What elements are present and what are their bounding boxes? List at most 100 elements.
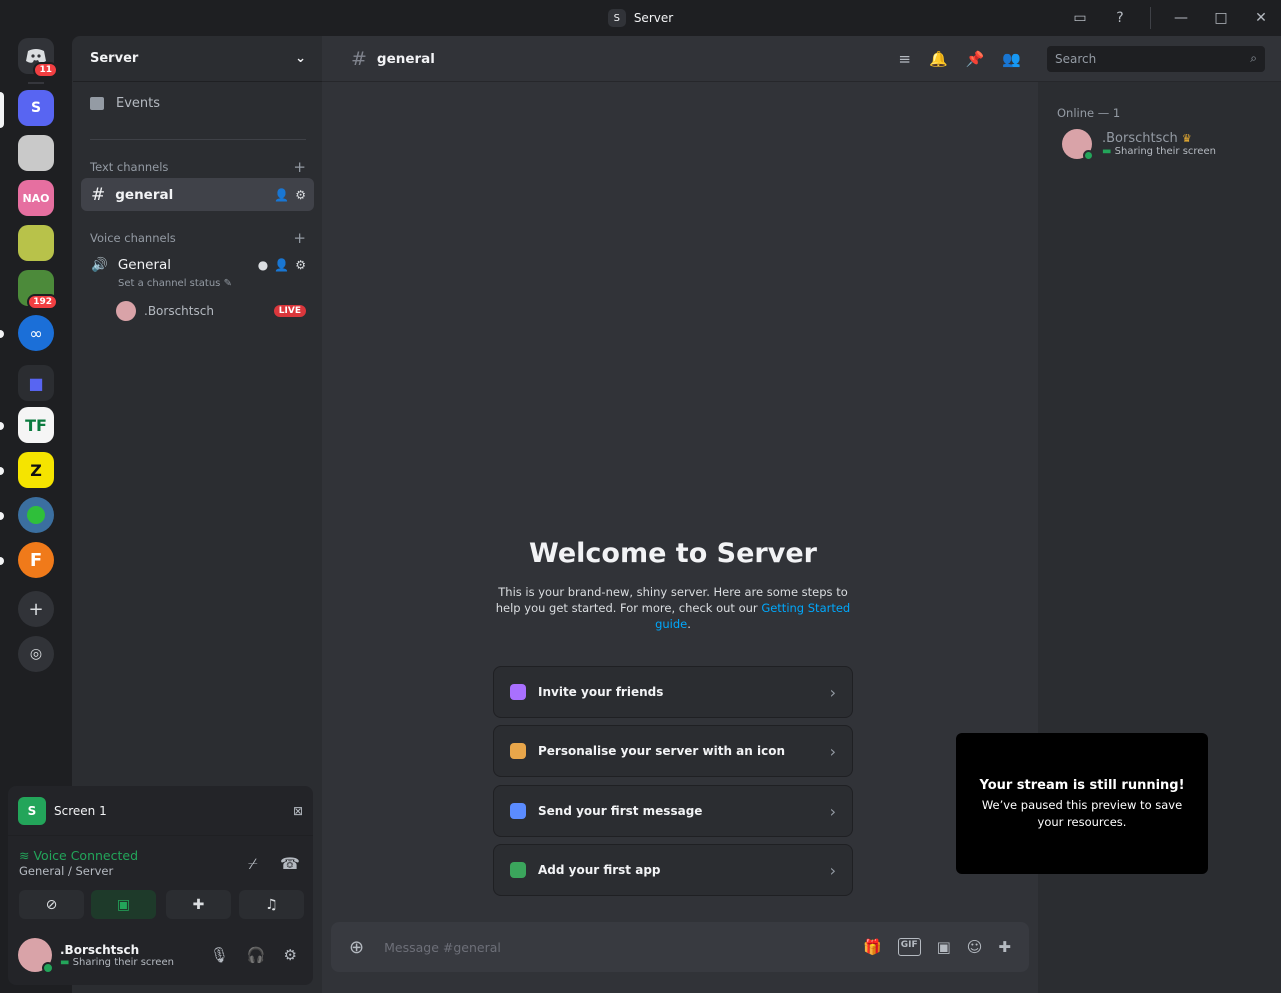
selected-indicator (0, 92, 4, 128)
member-name: .Borschtsch ♛ (1102, 131, 1216, 146)
voice-location[interactable]: General / Server (19, 864, 138, 878)
voice-status-text: Voice Connected (33, 848, 139, 863)
signal-icon: ≋ (19, 848, 30, 863)
add-channel-icon[interactable]: + (293, 229, 306, 247)
voice-user[interactable]: .Borschtsch LIVE (116, 301, 306, 321)
maximize-button[interactable]: □ (1201, 0, 1241, 36)
gif-icon[interactable]: GIF (897, 938, 921, 956)
pencil-icon: ✎ (223, 278, 232, 289)
dm-badge: 11 (33, 62, 58, 78)
server-icon-green[interactable] (18, 497, 54, 533)
message-composer[interactable]: ⊕ Message #general 🎁 GIF ▣ ☺ ✚ (331, 922, 1029, 972)
window-title: S Server (607, 9, 673, 27)
invite-icon[interactable]: 👤 (274, 188, 289, 202)
personalise-card[interactable]: Personalise your server with an icon › (493, 725, 853, 777)
user-info[interactable]: .Borschtsch ▬ Sharing their screen (60, 943, 174, 968)
channel-status[interactable]: Set a channel status ✎ (118, 278, 232, 289)
dm-home-button[interactable]: 11 (18, 38, 58, 78)
server-icon-4[interactable] (18, 225, 54, 261)
voice-connected[interactable]: ≋ Voice Connected (19, 848, 138, 863)
screen-share-row[interactable]: S Screen 1 ⊠ (8, 786, 313, 836)
server-icon-small: S (18, 796, 46, 825)
screen-share-button[interactable]: ▣ (91, 890, 156, 919)
channel-name: general (115, 186, 174, 203)
user-status: ▬ Sharing their screen (60, 957, 174, 968)
microphone-icon[interactable]: 🎙 (210, 946, 229, 964)
add-server-button[interactable]: + (18, 591, 54, 627)
channel-status-text: Set a channel status (118, 278, 221, 289)
card-label: Personalise your server with an icon (538, 744, 786, 758)
server-icon-server[interactable]: S (18, 90, 54, 126)
help-icon[interactable]: ? (1100, 0, 1140, 36)
toast-title: Your stream is still running! (979, 778, 1185, 793)
server-icon-game[interactable]: 192 (18, 270, 58, 310)
user-name: .Borschtsch (60, 942, 140, 957)
screen-label: Screen 1 (54, 803, 107, 818)
pin-icon[interactable]: 📌 (966, 50, 985, 68)
channel-general[interactable]: # general 👤 ⚙ (81, 178, 314, 211)
add-attachment-icon[interactable]: ⊕ (349, 937, 364, 958)
welcome-body: This is your brand-new, shiny server. He… (492, 584, 854, 632)
gear-icon[interactable]: ⚙ (295, 258, 306, 272)
bell-icon[interactable]: 🔔 (929, 50, 948, 68)
minimize-button[interactable]: — (1161, 0, 1201, 36)
disconnect-icon[interactable]: ☎ (280, 854, 300, 873)
camera-off-button[interactable]: ⊘ (19, 890, 84, 919)
member-item[interactable]: .Borschtsch ♛ ▬ Sharing their screen (1062, 129, 1216, 161)
voice-category[interactable]: Voice channels + (90, 229, 306, 247)
member-activity: ▬ Sharing their screen (1102, 146, 1216, 157)
activities-button[interactable]: ✚ (166, 890, 231, 919)
gift-icon[interactable]: 🎁 (863, 938, 882, 956)
unread-indicator (0, 467, 4, 475)
card-label: Add your first app (538, 863, 661, 877)
threads-icon[interactable]: ≡ (898, 50, 911, 68)
user-area: .Borschtsch ▬ Sharing their screen 🎙 🎧 ⚙ (18, 938, 303, 974)
server-header[interactable]: Server ⌄ (73, 36, 322, 82)
first-app-card[interactable]: Add your first app › (493, 844, 853, 896)
server-icon-f[interactable]: F (18, 542, 54, 578)
add-channel-icon[interactable]: + (293, 158, 306, 176)
screen-icon: ▬ (60, 956, 70, 968)
gear-icon[interactable]: ⚙ (295, 188, 306, 202)
avatar[interactable] (18, 938, 54, 974)
server-icon-3[interactable]: NAO (18, 180, 54, 216)
apps-icon[interactable]: ✚ (998, 938, 1011, 956)
channel-header: # general ≡ 🔔 📌 👥 Search ⌕ (322, 36, 1281, 82)
invite-friends-card[interactable]: Invite your friends › (493, 666, 853, 718)
server-icon-infinity[interactable]: ∞ (18, 315, 54, 351)
paper-plane-icon (510, 803, 526, 819)
server-icon-2[interactable] (18, 135, 54, 171)
welcome-period: . (687, 617, 691, 631)
voice-user-name: .Borschtsch (144, 304, 214, 318)
close-button[interactable]: ✕ (1241, 0, 1281, 36)
chevron-right-icon: › (829, 682, 836, 702)
members-icon[interactable]: 👥 (1002, 50, 1021, 68)
headphones-icon[interactable]: 🎧 (247, 946, 266, 964)
screen-share-icon[interactable]: ▭ (1060, 0, 1100, 36)
voice-channel-general[interactable]: 🔊 General ● 👤 ⚙ (81, 248, 314, 281)
message-placeholder: Message #general (384, 939, 501, 955)
events-item[interactable]: Events (90, 96, 160, 111)
server-icon-tf[interactable]: TF (18, 407, 54, 443)
member-name-text: .Borschtsch (1102, 131, 1178, 146)
invite-icon[interactable]: 👤 (274, 258, 289, 272)
paint-icon (510, 743, 526, 759)
chevron-down-icon: ⌄ (295, 51, 306, 66)
explore-icon[interactable]: ◎ (18, 636, 54, 672)
soundboard-button[interactable]: ♫ (239, 890, 304, 919)
gear-icon[interactable]: ⚙ (284, 946, 297, 964)
search-input[interactable]: Search ⌕ (1047, 45, 1265, 72)
noise-suppression-icon[interactable]: ⌿ (248, 854, 258, 874)
server-icon-z[interactable]: Z (18, 452, 54, 488)
unread-indicator (0, 557, 4, 565)
text-category-label: Text channels (90, 160, 169, 174)
user-controls: 🎙 🎧 ⚙ (210, 946, 303, 964)
emoji-icon[interactable]: ☺ (967, 938, 983, 956)
stop-stream-icon[interactable]: ⊠ (293, 804, 303, 818)
first-message-card[interactable]: Send your first message › (493, 785, 853, 837)
sticker-icon[interactable]: ▣ (937, 938, 951, 956)
hash-icon: # (91, 184, 106, 205)
text-category[interactable]: Text channels + (90, 158, 306, 176)
chat-icon[interactable]: ● (258, 258, 268, 272)
folder-icon[interactable]: ■ (18, 365, 54, 401)
